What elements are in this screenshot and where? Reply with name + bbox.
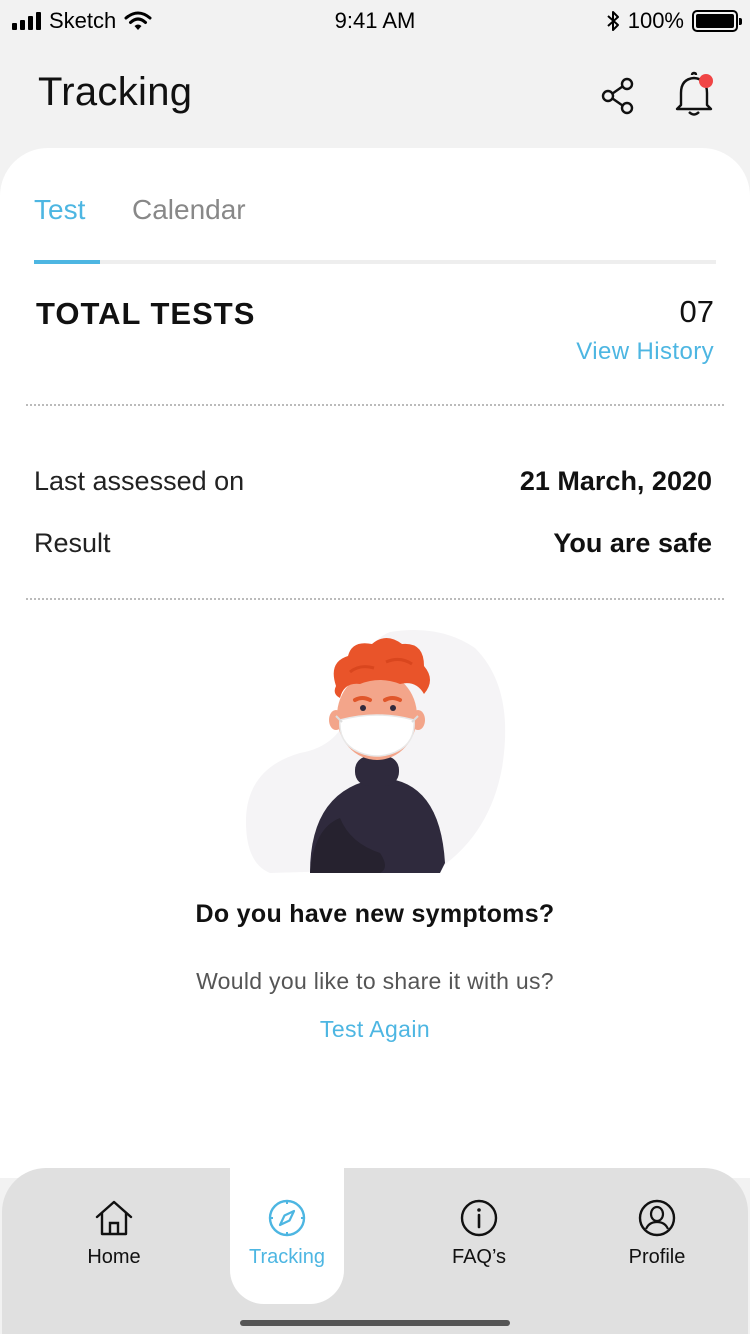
bottom-nav: Home Tracking FAQ’s Profile: [2, 1168, 748, 1334]
nav-item-tracking[interactable]: Tracking: [230, 1168, 344, 1304]
symptoms-question: Do you have new symptoms?: [195, 900, 555, 928]
last-assessed-value: 21 March, 2020: [519, 466, 712, 496]
nav-item-faq[interactable]: FAQ’s: [422, 1168, 536, 1306]
nav-item-home[interactable]: Home: [57, 1168, 171, 1306]
notifications-button[interactable]: [670, 70, 718, 118]
battery-percent: 100%: [627, 8, 684, 33]
page-title: Tracking: [38, 70, 193, 114]
divider: [26, 404, 724, 406]
signal-icon: [12, 12, 41, 30]
compass-icon: [268, 1199, 306, 1237]
tab-test[interactable]: Test: [34, 194, 85, 226]
share-icon: [601, 77, 634, 115]
tab-bar: Test Calendar: [34, 194, 716, 264]
nav-item-profile[interactable]: Profile: [600, 1168, 714, 1306]
battery-icon: [692, 10, 742, 32]
status-bar: Sketch 9:41 AM 100%: [0, 0, 750, 42]
share-button[interactable]: [594, 72, 642, 120]
last-assessed-label: Last assessed on: [34, 466, 245, 496]
view-history-link[interactable]: View History: [576, 338, 714, 366]
nav-label-faq: FAQ’s: [451, 1246, 507, 1268]
home-indicator: [240, 1320, 510, 1326]
total-tests-value: 07: [679, 294, 714, 329]
tracking-card: Test Calendar TOTAL TESTS 07 View Histor…: [0, 148, 750, 1178]
test-again-link[interactable]: Test Again: [0, 1016, 750, 1043]
status-left: Sketch: [12, 8, 152, 34]
wifi-icon: [124, 11, 152, 30]
status-right: 100%: [606, 8, 742, 34]
active-tab-indicator: [34, 260, 100, 264]
result-label: Result: [34, 528, 111, 558]
user-icon: [638, 1199, 676, 1237]
divider: [26, 598, 724, 600]
symptoms-subtitle: Would you like to share it with us?: [196, 968, 554, 994]
nav-label-profile: Profile: [628, 1246, 686, 1268]
bell-icon: [675, 71, 713, 116]
nav-label-home: Home: [87, 1246, 141, 1268]
home-icon: [95, 1200, 133, 1236]
tab-calendar[interactable]: Calendar: [132, 194, 246, 226]
info-icon: [460, 1199, 498, 1237]
carrier-name: Sketch: [49, 8, 117, 33]
masked-person-illustration: [245, 630, 506, 873]
header: Tracking: [0, 60, 750, 132]
nav-label-tracking: Tracking: [249, 1246, 325, 1268]
bluetooth-icon: [607, 11, 619, 31]
result-value: You are safe: [553, 528, 712, 558]
notification-badge: [699, 74, 713, 88]
total-tests-label: TOTAL TESTS: [36, 296, 256, 331]
